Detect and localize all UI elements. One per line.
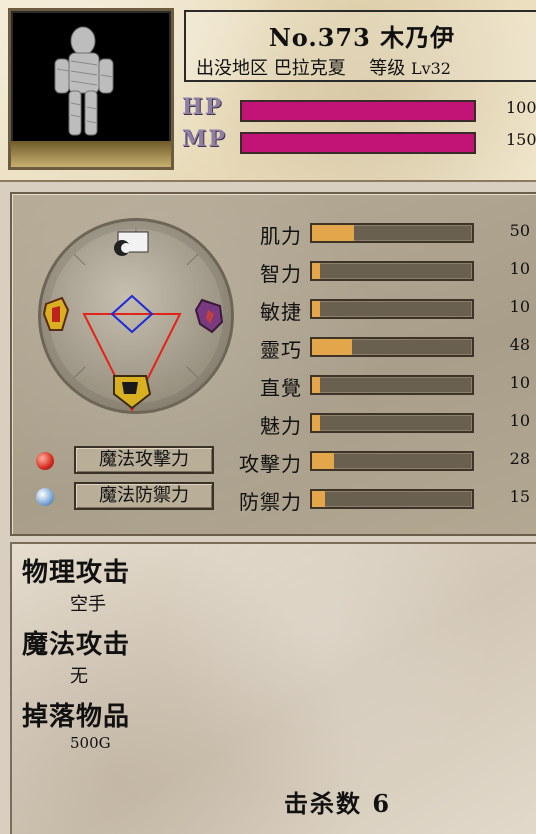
stat-bar-fill [312, 377, 320, 393]
stat-value: 15 [509, 487, 530, 506]
stat-value: 48 [509, 335, 530, 354]
moon-icon [114, 231, 149, 256]
stat-label: 直覺 [260, 376, 302, 400]
mp-value: 150 [506, 130, 536, 149]
stat-value: 10 [509, 259, 530, 278]
stat-label: 智力 [260, 262, 302, 286]
mp-label: MP [182, 126, 227, 152]
mp-bar [240, 132, 476, 154]
stat-value: 28 [509, 449, 530, 468]
monster-subline: 出没地区 巴拉克夏 等级 Lv32 [196, 54, 451, 80]
stat-bar [310, 451, 474, 471]
magic-attack-heading: 魔法攻击 [22, 630, 131, 660]
area-value: 巴拉克夏 [273, 58, 346, 79]
stat-label: 攻擊力 [239, 452, 302, 476]
level-value: Lv32 [410, 59, 451, 78]
stat-bar [310, 223, 474, 243]
drop-value: 500G [70, 734, 111, 752]
stat-label: 防禦力 [239, 490, 302, 514]
level-label: 等级 [369, 58, 406, 79]
stat-bar-fill [312, 263, 320, 279]
stat-value: 10 [509, 411, 530, 430]
stat-bar [310, 261, 474, 281]
stat-bar [310, 299, 474, 319]
stat-bar-fill [312, 491, 325, 507]
stat-value: 10 [509, 373, 530, 392]
element-wheel-overlay [42, 228, 224, 413]
stat-bar [310, 337, 474, 357]
stat-bar-fill [312, 339, 352, 355]
drop-heading: 掉落物品 [22, 702, 131, 732]
stat-bar [310, 489, 474, 509]
monster-number: No.373 [268, 23, 371, 52]
stat-bar-fill [312, 225, 354, 241]
magic-attack-orb [36, 452, 54, 470]
magic-attack-button[interactable]: 魔法攻擊力 [74, 446, 214, 474]
stat-bar-fill [312, 415, 320, 431]
monster-portrait [8, 8, 174, 170]
stat-bar-fill [312, 301, 320, 317]
mp-bar-fill [242, 134, 474, 152]
stat-label: 魅力 [260, 414, 302, 438]
physical-attack-heading: 物理攻击 [22, 558, 131, 588]
kill-count: 击杀数 6 [284, 784, 391, 819]
stat-value: 50 [509, 221, 530, 240]
area-label: 出没地区 [196, 58, 268, 79]
magic-attack-value: 无 [70, 666, 88, 687]
hp-value: 100 [506, 98, 536, 117]
stat-bar-fill [312, 453, 335, 469]
kill-count-value: 6 [372, 789, 392, 818]
monster-name: 木乃伊 [380, 23, 456, 52]
earth-shield-icon [113, 375, 152, 410]
stat-label: 敏捷 [260, 300, 302, 324]
stat-bar [310, 375, 474, 395]
hp-label: HP [182, 94, 224, 120]
portrait-floor [11, 141, 171, 167]
stat-label: 靈巧 [260, 338, 302, 362]
water-shield-icon [194, 298, 224, 334]
monster-title: No.373 木乃伊 [186, 18, 536, 53]
kill-count-label: 击杀数 [284, 789, 362, 818]
stat-value: 10 [509, 297, 530, 316]
magic-defense-orb [36, 488, 54, 506]
hp-bar-fill [242, 102, 474, 120]
fire-shield-icon [42, 296, 70, 331]
physical-attack-value: 空手 [70, 594, 106, 615]
stat-label: 肌力 [260, 224, 302, 248]
magic-defense-button[interactable]: 魔法防禦力 [74, 482, 214, 510]
stat-bar [310, 413, 474, 433]
hp-bar [240, 100, 476, 122]
monster-title-box: No.373 木乃伊 出没地区 巴拉克夏 等级 Lv32 [184, 10, 536, 82]
